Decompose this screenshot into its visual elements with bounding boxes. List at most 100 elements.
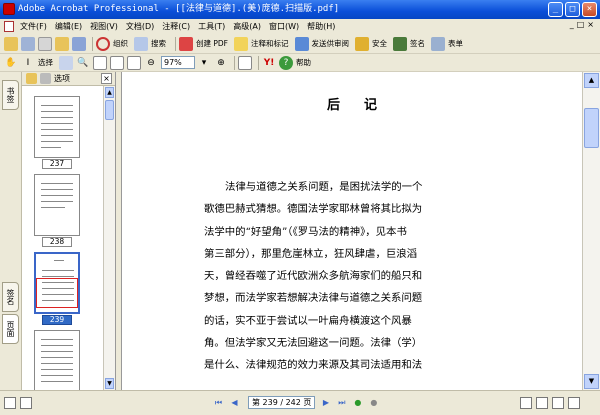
options-menu[interactable]: 选项 [54,73,70,84]
continuous-layout-icon[interactable] [536,397,548,409]
minimize-button[interactable]: _ [548,2,563,17]
scroll-thumb[interactable] [584,108,599,148]
organize-button[interactable]: 组织 [113,38,128,49]
fit-width-icon[interactable] [127,55,141,70]
comment-markup-button[interactable]: 注释和标记 [251,38,289,49]
fit-page-icon[interactable] [110,55,124,70]
page-number-input[interactable]: 第 239 / 242 页 [248,396,316,409]
page-thumbnail[interactable] [34,330,80,390]
tab-pages[interactable]: 页面 [2,314,19,344]
document-icon [4,21,14,32]
document-window-controls: _ □ × [570,20,594,29]
first-page-icon[interactable]: ⏮ [212,396,225,409]
doc-minimize-button[interactable]: _ [570,20,574,29]
select-tool-button[interactable]: 选择 [38,57,53,68]
text-line: 歌德巴赫式猜想。德国法学家耶林曾将其比拟为 [204,203,423,216]
thumbnail-scrollbar[interactable]: ▲ ▼ [103,86,115,390]
view-region-box[interactable] [36,278,78,308]
attach-icon[interactable] [72,36,86,51]
scroll-down-arrow-icon[interactable]: ▼ [105,378,114,389]
search-button[interactable]: 搜索 [151,38,166,49]
help-button[interactable]: 帮助 [296,57,311,68]
previous-page-icon[interactable]: ◀ [228,396,241,409]
zoom-out-icon[interactable]: ⊖ [144,56,158,70]
scroll-up-arrow-icon[interactable]: ▲ [584,73,599,88]
sign-button[interactable]: 签名 [410,38,425,49]
toolbar-separator [258,55,259,70]
forms-icon[interactable] [431,36,445,51]
zoom-in-plus-icon[interactable]: ⊕ [214,56,228,70]
menu-advanced[interactable]: 高级(A) [233,21,261,32]
comment-icon[interactable] [234,36,248,51]
print-icon[interactable] [38,36,52,51]
pen-icon[interactable] [393,36,407,51]
menu-file[interactable]: 文件(F) [20,21,47,32]
yahoo-icon[interactable]: Y! [262,56,276,70]
select-tool-icon[interactable]: I [21,56,35,70]
snapshot-icon[interactable] [59,55,73,70]
menu-window[interactable]: 窗口(W) [269,21,299,32]
forms-button[interactable]: 表单 [448,38,463,49]
document-view[interactable]: 后记 法律与道德之关系问题，是困扰法学的一个 歌德巴赫式猜想。德国法学家耶林曾将… [122,72,582,390]
thumbnail-list: 237 238 239 [22,86,104,390]
last-page-icon[interactable]: ⏭ [335,396,348,409]
help-icon[interactable]: ? [279,55,293,70]
lock-icon[interactable] [355,36,369,51]
hand-tool-icon[interactable]: ✋ [4,56,18,70]
facing-layout-icon[interactable] [552,397,564,409]
zoom-input[interactable]: 97% [161,56,195,69]
document-scrollbar[interactable]: ▲ ▼ [582,72,600,390]
doc-close-button[interactable]: × [587,20,594,29]
rotate-icon[interactable] [238,55,252,70]
next-page-icon[interactable]: ▶ [319,396,332,409]
close-button[interactable]: × [582,2,597,17]
page-options-icon[interactable] [40,73,51,84]
toolbar-separator [92,36,93,51]
panel-close-icon[interactable]: × [101,73,112,84]
menu-edit[interactable]: 编辑(E) [55,21,82,32]
create-pdf-icon[interactable] [179,36,193,51]
page-thumbnail-selected[interactable] [34,252,80,314]
zoom-in-icon[interactable]: 🔍 [76,56,90,70]
pages-panel-header: 选项 × [22,72,115,86]
send-review-button[interactable]: 发送供审阅 [312,38,350,49]
tab-bookmarks[interactable]: 书签 [2,80,19,110]
scroll-thumb[interactable] [105,100,114,120]
menu-help[interactable]: 帮助(H) [307,21,335,32]
text-line: 第三部分），那里危崖林立，狂风肆虐，巨浪滔 [204,247,418,260]
text-line: 法学中的“好望角”（《罗马法的精神》，见本书 [204,225,407,238]
text-line: 梦想，而法学家若想解决法律与道德之关系问题 [204,292,423,305]
delete-page-icon[interactable] [26,73,37,84]
page-thumbnail[interactable] [34,96,80,158]
thumbnail-label[interactable]: 237 [42,159,72,169]
create-pdf-button[interactable]: 创建 PDF [196,38,228,49]
page-thumbnail[interactable] [34,174,80,236]
thumbnail-label-selected[interactable]: 239 [42,315,72,325]
forward-view-icon[interactable]: ● [367,396,380,409]
single-page-layout-icon[interactable] [520,397,532,409]
zoom-dropdown-icon[interactable]: ▾ [197,56,211,70]
maximize-button[interactable]: □ [565,2,580,17]
back-view-icon[interactable]: ● [351,396,364,409]
tab-signatures[interactable]: 签名 [2,282,19,312]
menu-view[interactable]: 视图(V) [90,21,118,32]
save-icon[interactable] [21,36,35,51]
scroll-up-arrow-icon[interactable]: ▲ [105,87,114,98]
menu-document[interactable]: 文档(D) [126,21,154,32]
doc-info-icon[interactable] [20,397,32,409]
search-icon[interactable] [134,36,148,51]
actual-size-icon[interactable] [93,55,107,70]
thumbnail-label[interactable]: 238 [42,237,72,247]
menu-comments[interactable]: 注释(C) [162,21,190,32]
menu-bar: 文件(F) 编辑(E) 视图(V) 文档(D) 注释(C) 工具(T) 高级(A… [0,19,600,34]
open-folder-icon[interactable] [4,36,18,51]
email-icon[interactable] [55,36,69,51]
scroll-down-arrow-icon[interactable]: ▼ [584,374,599,389]
menu-tools[interactable]: 工具(T) [198,21,225,32]
continuous-facing-layout-icon[interactable] [568,397,580,409]
send-review-icon[interactable] [294,36,309,51]
doc-restore-button[interactable]: □ [577,20,585,29]
organize-icon[interactable] [96,36,110,51]
secure-button[interactable]: 安全 [372,38,387,49]
page-size-icon[interactable] [4,397,16,409]
